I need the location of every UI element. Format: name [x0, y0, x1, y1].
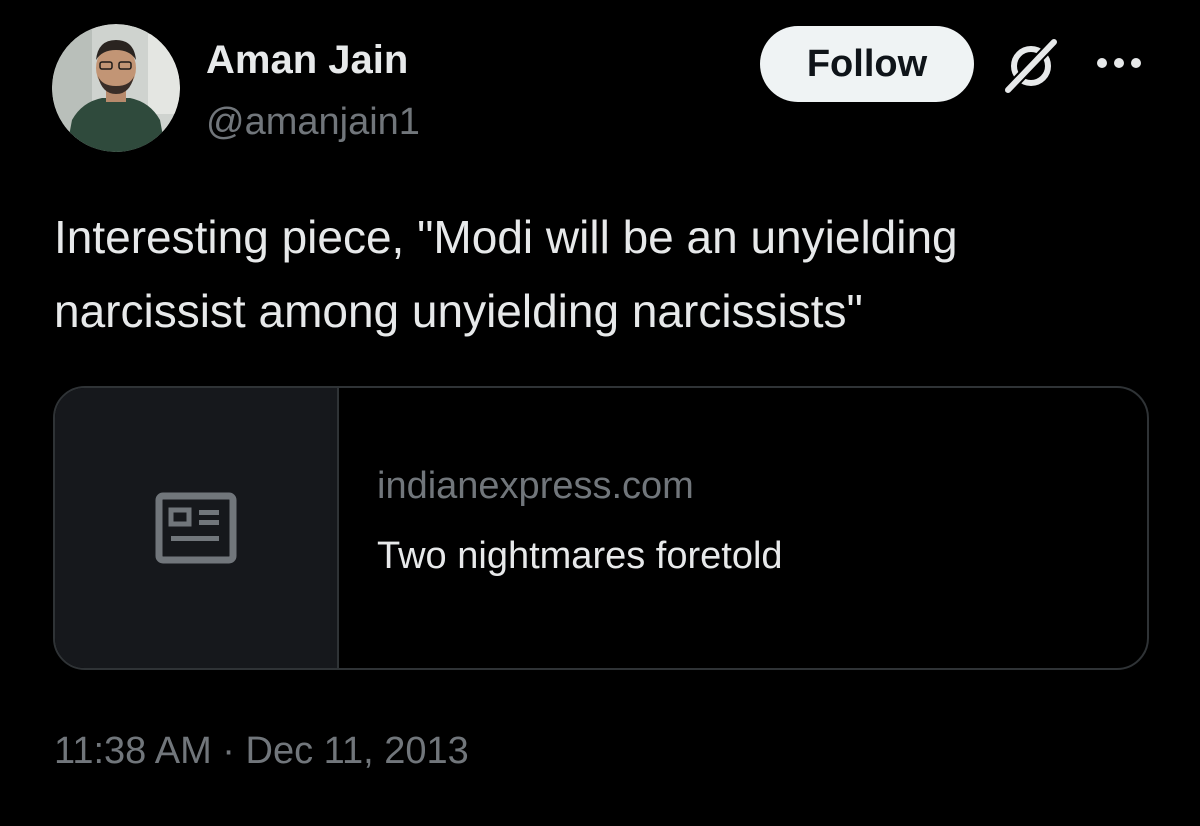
more-icon[interactable]: [1094, 50, 1144, 76]
link-card-thumbnail: [55, 388, 339, 668]
link-card-body: indianexpress.com Two nightmares foretol…: [339, 388, 1147, 668]
user-handle[interactable]: @amanjain1: [206, 98, 420, 146]
display-name[interactable]: Aman Jain: [206, 36, 408, 84]
follow-button[interactable]: Follow: [760, 26, 974, 102]
link-card[interactable]: indianexpress.com Two nightmares foretol…: [53, 386, 1149, 670]
avatar[interactable]: [52, 24, 180, 152]
tweet-timestamp[interactable]: 11:38 AM · Dec 11, 2013: [54, 726, 469, 776]
link-card-title: Two nightmares foretold: [377, 535, 783, 577]
link-card-domain: indianexpress.com: [377, 465, 694, 507]
newspaper-icon: [155, 492, 237, 564]
avatar-image: [52, 24, 180, 152]
tweet-text: Interesting piece, "Modi will be an unyi…: [54, 211, 958, 337]
grok-icon[interactable]: [1000, 37, 1062, 95]
